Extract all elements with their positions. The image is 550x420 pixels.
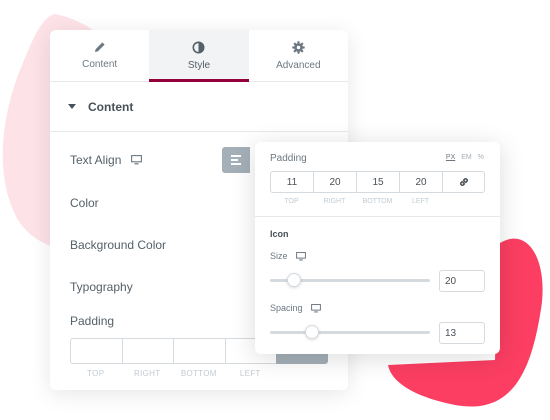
padding-top-label: TOP [87, 369, 105, 378]
tab-advanced[interactable]: Advanced [249, 30, 348, 81]
popup-padding-labels: TOP RIGHT BOTTOM LEFT [270, 198, 442, 205]
popup-padding-inputs: 11 20 15 20 [270, 171, 485, 193]
padding-right-label: RIGHT [134, 369, 161, 378]
padding-bottom-input[interactable] [173, 338, 225, 364]
tab-label: Advanced [276, 59, 321, 71]
link-values-button[interactable] [442, 171, 485, 193]
align-left-button[interactable] [222, 147, 250, 173]
pencil-icon [94, 42, 105, 52]
gear-icon [292, 40, 305, 54]
spacing-input[interactable]: 13 [439, 322, 485, 344]
size-control: Size [270, 251, 306, 261]
text-align-label: Text Align [70, 153, 122, 167]
popup-top-label: TOP [284, 198, 299, 205]
tab-content[interactable]: Content [50, 30, 149, 81]
popup-right-label: RIGHT [323, 198, 346, 205]
popup-padding-label: Padding [270, 153, 307, 164]
style-popup: Padding PX EM % 11 20 15 20 TOP RIGHT BO… [255, 142, 500, 354]
popup-padding-left-input[interactable]: 20 [399, 171, 442, 193]
tab-bar: Content Style Advanced [50, 30, 348, 82]
popup-padding-right-input[interactable]: 20 [313, 171, 356, 193]
padding-right-input[interactable] [121, 338, 173, 364]
desktop-icon[interactable] [295, 251, 306, 261]
background-color-control[interactable]: Background Color [70, 238, 166, 252]
padding-bottom-label: BOTTOM [180, 369, 217, 378]
section-title: Content [88, 99, 134, 114]
popup-padding-top-input[interactable]: 11 [270, 171, 313, 193]
spacing-label: Spacing [270, 303, 303, 313]
size-input[interactable]: 20 [439, 270, 485, 292]
unit-px[interactable]: PX [446, 154, 455, 161]
icon-section-heading: Icon [270, 229, 289, 239]
divider [255, 216, 500, 217]
typography-control[interactable]: Typography [70, 280, 133, 294]
popup-bottom-label: BOTTOM [362, 198, 393, 205]
padding-top-input[interactable] [70, 338, 122, 364]
tab-label: Content [82, 59, 118, 70]
unit-em[interactable]: EM [461, 154, 472, 161]
padding-labels: TOP RIGHT BOTTOM LEFT [70, 369, 276, 378]
color-control[interactable]: Color [70, 196, 99, 210]
typography-label: Typography [70, 280, 133, 294]
padding-label: Padding [70, 314, 115, 328]
tab-style[interactable]: Style [149, 30, 249, 82]
spacing-control: Spacing [270, 303, 321, 313]
unit-percent[interactable]: % [478, 154, 484, 161]
padding-left-label: LEFT [239, 369, 261, 378]
background-color-label: Background Color [70, 238, 167, 252]
slider-handle[interactable] [287, 273, 301, 287]
desktop-icon[interactable] [131, 155, 143, 165]
popup-left-label: LEFT [411, 198, 430, 205]
color-label: Color [70, 196, 99, 210]
caret-down-icon [68, 104, 76, 109]
contrast-icon [192, 41, 205, 53]
link-icon [459, 178, 468, 186]
section-header-content[interactable]: Content [50, 82, 348, 132]
slider-handle[interactable] [304, 325, 319, 339]
padding-control: Padding [70, 314, 114, 328]
slider-track [270, 331, 430, 334]
size-slider[interactable] [270, 273, 430, 287]
tab-label: Style [187, 59, 211, 71]
desktop-icon[interactable] [310, 303, 321, 313]
popup-padding-bottom-input[interactable]: 15 [356, 171, 399, 193]
spacing-slider[interactable] [270, 325, 430, 339]
unit-switcher: PX EM % [446, 154, 484, 161]
text-align-control: Text Align [70, 153, 143, 167]
size-label: Size [270, 251, 288, 261]
